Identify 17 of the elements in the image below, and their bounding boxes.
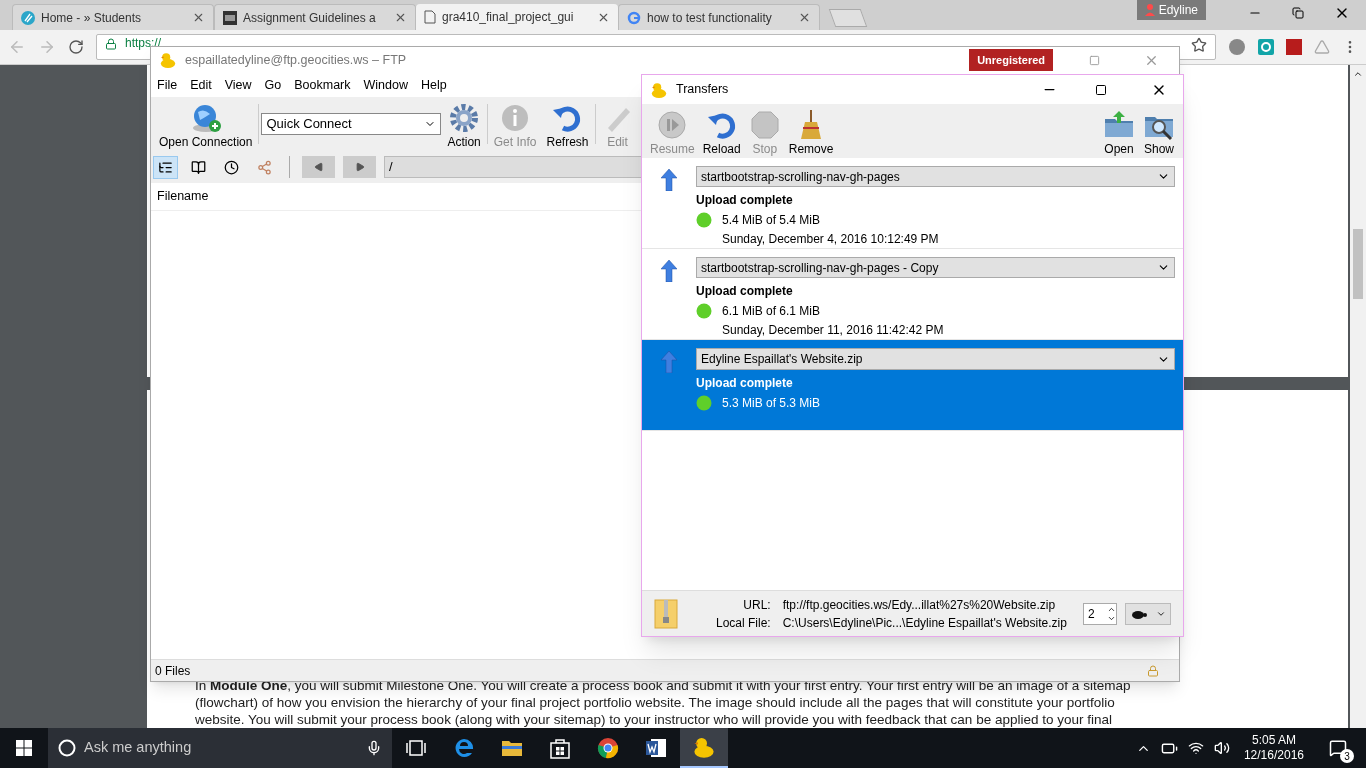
unregistered-badge: Unregistered — [969, 48, 1053, 72]
field-label: URL: — [742, 596, 771, 614]
url-value: ftp://ftp.geocities.ws/Edy...illat%27s%20Website.zip — [782, 596, 1057, 614]
local-file-value: C:\Users\Edyline\Pic...\Edyline Espaillat's Website.zip — [782, 614, 1067, 632]
field-label: Local File: — [716, 614, 771, 632]
window-title: Transfers — [676, 81, 729, 99]
transfer-status: Upload complete — [696, 192, 794, 209]
transfer-date: Sunday, December 4, 2016 10:12:49 PM — [722, 231, 940, 248]
window-title: espaillatedyline@ftp.geocities.ws – FTP — [185, 51, 407, 69]
transfer-status: Upload complete — [696, 283, 794, 300]
transfer-date: Sunday, December 11, 2016 11:42:42 PM — [722, 322, 945, 339]
transfer-size: 6.1 MiB of 6.1 MiB — [722, 303, 821, 320]
transfer-status: Upload complete — [696, 375, 794, 392]
notification-count: 3 — [1340, 749, 1354, 763]
status-text: 0 Files — [155, 662, 191, 680]
transfer-size: 5.3 MiB of 5.3 MiB — [722, 395, 821, 412]
transfer-size: 5.4 MiB of 5.4 MiB — [722, 212, 821, 229]
